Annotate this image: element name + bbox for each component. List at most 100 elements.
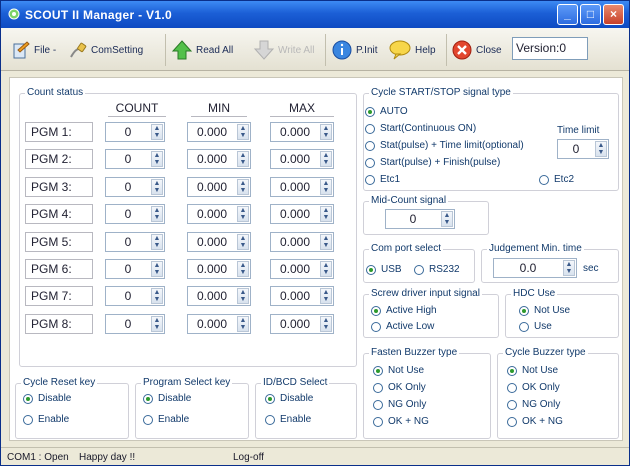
- spinner-arrows-icon[interactable]: ▲ ▼: [151, 234, 163, 250]
- spinner-arrows-icon[interactable]: ▲ ▼: [320, 288, 332, 304]
- cycle-buzzer-not-use-radio[interactable]: Not Use: [507, 365, 558, 376]
- fasten-ok-ng-radio[interactable]: OK + NG: [373, 416, 429, 427]
- com-rs232-radio[interactable]: RS232: [414, 264, 460, 275]
- spinner-arrows-icon[interactable]: ▲ ▼: [563, 260, 575, 276]
- fasten-not-use-radio[interactable]: Not Use: [373, 365, 424, 376]
- program-select-enable-radio[interactable]: Enable: [143, 414, 189, 425]
- pgm-count-spinner[interactable]: 0 ▲ ▼: [105, 286, 165, 306]
- radio-label: NG Only: [388, 399, 427, 410]
- pgm-min-spinner[interactable]: 0.000 ▲ ▼: [187, 204, 251, 224]
- time-limit-spinner[interactable]: 0 ▲ ▼: [557, 139, 609, 159]
- cycle-buzzer-ok-only-radio[interactable]: OK Only: [507, 382, 560, 393]
- cycle-reset-enable-radio[interactable]: Enable: [23, 414, 69, 425]
- judgement-spinner[interactable]: 0.0 ▲ ▼: [493, 258, 577, 278]
- spinner-arrows-icon[interactable]: ▲ ▼: [237, 124, 249, 140]
- pgm-min-spinner[interactable]: 0.000 ▲ ▼: [187, 286, 251, 306]
- pgm-min-spinner[interactable]: 0.000 ▲ ▼: [187, 122, 251, 142]
- spinner-arrows-icon[interactable]: ▲ ▼: [151, 124, 163, 140]
- spinner-arrows-icon[interactable]: ▲ ▼: [151, 288, 163, 304]
- spinner-arrows-icon[interactable]: ▲ ▼: [320, 261, 332, 277]
- spinner-arrows-icon[interactable]: ▲ ▼: [151, 206, 163, 222]
- pgm-max-spinner[interactable]: 0.000 ▲ ▼: [270, 232, 334, 252]
- spinner-arrows-icon[interactable]: ▲ ▼: [320, 124, 332, 140]
- file-menu-button[interactable]: File -: [11, 38, 56, 62]
- pgm-count-spinner[interactable]: 0 ▲ ▼: [105, 259, 165, 279]
- pgm-max-spinner[interactable]: 0.000 ▲ ▼: [270, 149, 334, 169]
- pgm-max-spinner[interactable]: 0.000 ▲ ▼: [270, 314, 334, 334]
- cycle-buzzer-ng-only-radio[interactable]: NG Only: [507, 399, 560, 410]
- pinit-button[interactable]: P.Init: [331, 38, 378, 62]
- pgm-min-spinner[interactable]: 0.000 ▲ ▼: [187, 177, 251, 197]
- spinner-value: 0: [124, 262, 132, 276]
- spinner-arrows-icon[interactable]: ▲ ▼: [320, 179, 332, 195]
- cycle-start-finish-radio[interactable]: Start(pulse) + Finish(pulse): [365, 157, 500, 168]
- spinner-arrows-icon[interactable]: ▲ ▼: [237, 261, 249, 277]
- cycle-buzzer-ok-ng-radio[interactable]: OK + NG: [507, 416, 563, 427]
- spinner-arrows-icon[interactable]: ▲ ▼: [151, 316, 163, 332]
- comsetting-button[interactable]: ComSetting: [68, 38, 143, 62]
- pgm-count-spinner[interactable]: 0 ▲ ▼: [105, 232, 165, 252]
- spinner-arrows-icon[interactable]: ▲ ▼: [320, 151, 332, 167]
- cycle-stat-timelimit-radio[interactable]: Stat(pulse) + Time limit(optional): [365, 140, 524, 151]
- pgm-label: PGM 6:: [25, 259, 93, 279]
- spinner-arrows-icon[interactable]: ▲ ▼: [320, 234, 332, 250]
- spinner-arrows-icon[interactable]: ▲ ▼: [237, 179, 249, 195]
- pgm-min-spinner[interactable]: 0.000 ▲ ▼: [187, 259, 251, 279]
- idbcd-disable-radio[interactable]: Disable: [265, 393, 313, 404]
- pgm-max-spinner[interactable]: 0.000 ▲ ▼: [270, 122, 334, 142]
- help-button[interactable]: Help: [388, 38, 436, 62]
- minimize-button[interactable]: _: [557, 4, 578, 25]
- spinner-arrows-icon[interactable]: ▲ ▼: [237, 288, 249, 304]
- pgm-min-spinner[interactable]: 0.000 ▲ ▼: [187, 149, 251, 169]
- pgm-max-spinner[interactable]: 0.000 ▲ ▼: [270, 204, 334, 224]
- cycle-etc1-radio[interactable]: Etc1: [365, 174, 400, 185]
- spinner-arrows-icon[interactable]: ▲ ▼: [151, 151, 163, 167]
- program-select-disable-radio[interactable]: Disable: [143, 393, 191, 404]
- spinner-arrows-icon[interactable]: ▲ ▼: [237, 234, 249, 250]
- spinner-arrows-icon[interactable]: ▲ ▼: [237, 316, 249, 332]
- pgm-max-spinner[interactable]: 0.000 ▲ ▼: [270, 177, 334, 197]
- spinner-arrows-icon[interactable]: ▲ ▼: [595, 141, 607, 157]
- close-button[interactable]: Close: [451, 38, 502, 62]
- idbcd-enable-radio[interactable]: Enable: [265, 414, 311, 425]
- cycle-etc2-radio[interactable]: Etc2: [539, 174, 574, 185]
- spinner-arrows-icon[interactable]: ▲ ▼: [237, 151, 249, 167]
- mid-count-spinner[interactable]: 0 ▲ ▼: [385, 209, 455, 229]
- write-all-button[interactable]: Write All: [253, 38, 315, 62]
- cycle-reset-disable-radio[interactable]: Disable: [23, 393, 71, 404]
- cycle-auto-radio[interactable]: AUTO: [365, 106, 408, 117]
- pgm-min-spinner[interactable]: 0.000 ▲ ▼: [187, 314, 251, 334]
- pgm-max-spinner[interactable]: 0.000 ▲ ▼: [270, 286, 334, 306]
- pgm-count-spinner[interactable]: 0 ▲ ▼: [105, 122, 165, 142]
- maximize-button[interactable]: □: [580, 4, 601, 25]
- radio-label: Disable: [38, 393, 72, 404]
- spinner-arrows-icon[interactable]: ▲ ▼: [237, 206, 249, 222]
- hdc-not-use-radio[interactable]: Not Use: [519, 305, 570, 316]
- fasten-ok-only-radio[interactable]: OK Only: [373, 382, 426, 393]
- spinner-arrows-icon[interactable]: ▲ ▼: [151, 179, 163, 195]
- cycle-start-continuous-radio[interactable]: Start(Continuous ON): [365, 123, 476, 134]
- read-all-button[interactable]: Read All: [171, 38, 233, 62]
- pgm-count-spinner[interactable]: 0 ▲ ▼: [105, 314, 165, 334]
- screw-active-low-radio[interactable]: Active Low: [371, 321, 434, 332]
- spinner-arrows-icon[interactable]: ▲ ▼: [151, 261, 163, 277]
- pgm-min-spinner[interactable]: 0.000 ▲ ▼: [187, 232, 251, 252]
- pgm-max-spinner[interactable]: 0.000 ▲ ▼: [270, 259, 334, 279]
- pgm-count-spinner[interactable]: 0 ▲ ▼: [105, 204, 165, 224]
- radio-indicator: [143, 393, 153, 404]
- pgm-count-spinner[interactable]: 0 ▲ ▼: [105, 149, 165, 169]
- hdc-use-radio[interactable]: Use: [519, 321, 552, 332]
- program-select-group: Program Select key: [135, 377, 249, 439]
- com-usb-radio[interactable]: USB: [366, 264, 402, 275]
- spinner-arrows-icon[interactable]: ▲ ▼: [320, 316, 332, 332]
- radio-label: NG Only: [522, 399, 561, 410]
- screw-active-high-radio[interactable]: Active High: [371, 305, 437, 316]
- spinner-arrows-icon[interactable]: ▲ ▼: [441, 211, 453, 227]
- spinner-value: 0.000: [196, 152, 228, 166]
- pgm-count-spinner[interactable]: 0 ▲ ▼: [105, 177, 165, 197]
- title-bar[interactable]: SCOUT II Manager - V1.0 _ □ ×: [1, 1, 629, 28]
- spinner-arrows-icon[interactable]: ▲ ▼: [320, 206, 332, 222]
- fasten-ng-only-radio[interactable]: NG Only: [373, 399, 426, 410]
- close-window-button[interactable]: ×: [603, 4, 624, 25]
- radio-indicator: [539, 174, 549, 185]
